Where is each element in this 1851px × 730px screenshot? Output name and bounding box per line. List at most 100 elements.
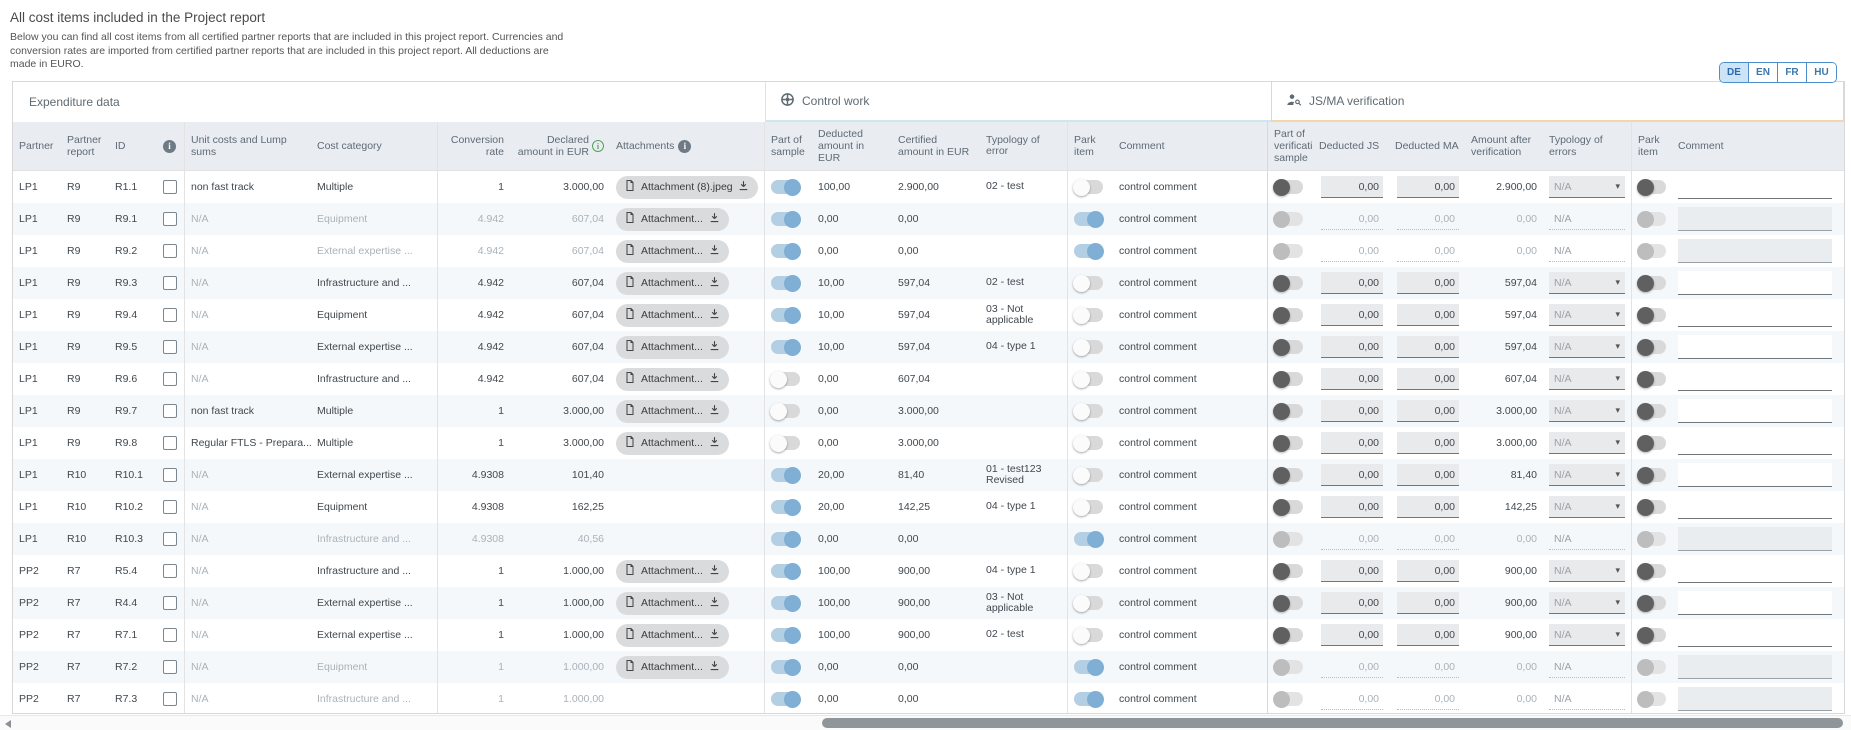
typology-of-errors-select[interactable]: N/A ▾ — [1549, 592, 1625, 614]
attachment-chip[interactable]: Attachment... — [616, 368, 729, 391]
deducted-ma-input[interactable]: 0,00 — [1397, 272, 1459, 294]
part-of-sample-toggle[interactable] — [771, 372, 800, 386]
verification-sample-toggle[interactable] — [1274, 660, 1303, 674]
verification-comment-input[interactable] — [1678, 335, 1832, 359]
row-checkbox[interactable] — [163, 468, 177, 482]
deducted-ma-input[interactable]: 0,00 — [1397, 688, 1459, 710]
download-icon[interactable] — [708, 659, 721, 675]
row-checkbox[interactable] — [163, 372, 177, 386]
deducted-ma-input[interactable]: 0,00 — [1397, 592, 1459, 614]
scroll-left-arrow-icon[interactable] — [5, 720, 11, 728]
deducted-ma-input[interactable]: 0,00 — [1397, 368, 1459, 390]
park-item-toggle[interactable] — [1074, 340, 1103, 354]
verification-park-toggle[interactable] — [1638, 340, 1666, 354]
part-of-sample-toggle[interactable] — [771, 276, 800, 290]
verification-sample-toggle[interactable] — [1274, 564, 1303, 578]
deducted-ma-input[interactable]: 0,00 — [1397, 304, 1459, 326]
attachment-chip[interactable]: Attachment... — [616, 592, 729, 615]
download-icon[interactable] — [708, 563, 721, 579]
download-icon[interactable] — [708, 307, 721, 323]
typology-of-errors-select[interactable]: N/A ▾ — [1549, 208, 1625, 230]
verification-sample-toggle[interactable] — [1274, 244, 1303, 258]
verification-park-toggle[interactable] — [1638, 692, 1666, 706]
part-of-sample-toggle[interactable] — [771, 244, 800, 258]
download-icon[interactable] — [708, 403, 721, 419]
park-item-toggle[interactable] — [1074, 628, 1103, 642]
deducted-ma-input[interactable]: 0,00 — [1397, 336, 1459, 358]
typology-of-errors-select[interactable]: N/A ▾ — [1549, 624, 1625, 646]
typology-of-errors-select[interactable]: N/A ▾ — [1549, 656, 1625, 678]
typology-of-errors-select[interactable]: N/A ▾ — [1549, 560, 1625, 582]
row-checkbox[interactable] — [163, 596, 177, 610]
download-icon[interactable] — [708, 435, 721, 451]
row-checkbox[interactable] — [163, 628, 177, 642]
attachment-chip[interactable]: Attachment... — [616, 656, 729, 679]
verification-sample-toggle[interactable] — [1274, 596, 1303, 610]
part-of-sample-toggle[interactable] — [771, 212, 800, 226]
download-icon[interactable] — [708, 275, 721, 291]
verification-sample-toggle[interactable] — [1274, 628, 1303, 642]
deducted-ma-input[interactable]: 0,00 — [1397, 560, 1459, 582]
deducted-js-input[interactable]: 0,00 — [1321, 304, 1383, 326]
typology-of-errors-select[interactable]: N/A ▾ — [1549, 400, 1625, 422]
download-icon[interactable] — [708, 211, 721, 227]
deducted-ma-input[interactable]: 0,00 — [1397, 624, 1459, 646]
part-of-sample-toggle[interactable] — [771, 596, 800, 610]
info-icon[interactable]: i — [592, 140, 604, 152]
deducted-ma-input[interactable]: 0,00 — [1397, 240, 1459, 262]
deducted-ma-input[interactable]: 0,00 — [1397, 496, 1459, 518]
part-of-sample-toggle[interactable] — [771, 436, 800, 450]
part-of-sample-toggle[interactable] — [771, 404, 800, 418]
typology-of-errors-select[interactable]: N/A ▾ — [1549, 368, 1625, 390]
row-checkbox[interactable] — [163, 436, 177, 450]
deducted-ma-input[interactable]: 0,00 — [1397, 400, 1459, 422]
language-button-hu[interactable]: HU — [1807, 63, 1836, 82]
park-item-toggle[interactable] — [1074, 596, 1103, 610]
verification-park-toggle[interactable] — [1638, 372, 1666, 386]
verification-comment-input[interactable] — [1678, 367, 1832, 391]
park-item-toggle[interactable] — [1074, 660, 1103, 674]
attachment-chip[interactable]: Attachment... — [616, 272, 729, 295]
part-of-sample-toggle[interactable] — [771, 500, 800, 514]
row-checkbox[interactable] — [163, 660, 177, 674]
attachment-chip[interactable]: Attachment... — [616, 336, 729, 359]
language-button-de[interactable]: DE — [1720, 63, 1749, 82]
attachment-chip[interactable]: Attachment... — [616, 240, 729, 263]
download-icon[interactable] — [737, 179, 750, 195]
verification-park-toggle[interactable] — [1638, 436, 1666, 450]
deducted-js-input[interactable]: 0,00 — [1321, 560, 1383, 582]
attachment-chip[interactable]: Attachment... — [616, 208, 729, 231]
download-icon[interactable] — [708, 339, 721, 355]
row-checkbox[interactable] — [163, 692, 177, 706]
deducted-js-input[interactable]: 0,00 — [1321, 656, 1383, 678]
download-icon[interactable] — [708, 371, 721, 387]
verification-sample-toggle[interactable] — [1274, 180, 1303, 194]
deducted-js-input[interactable]: 0,00 — [1321, 272, 1383, 294]
verification-park-toggle[interactable] — [1638, 564, 1666, 578]
park-item-toggle[interactable] — [1074, 404, 1103, 418]
deducted-ma-input[interactable]: 0,00 — [1397, 528, 1459, 550]
park-item-toggle[interactable] — [1074, 372, 1103, 386]
verification-comment-input[interactable] — [1678, 207, 1832, 231]
verification-sample-toggle[interactable] — [1274, 340, 1303, 354]
part-of-sample-toggle[interactable] — [771, 628, 800, 642]
row-checkbox[interactable] — [163, 308, 177, 322]
verification-comment-input[interactable] — [1678, 527, 1832, 551]
attachment-chip[interactable]: Attachment (8).jpeg — [616, 176, 758, 199]
part-of-sample-toggle[interactable] — [771, 692, 800, 706]
language-button-en[interactable]: EN — [1749, 63, 1778, 82]
typology-of-errors-select[interactable]: N/A ▾ — [1549, 176, 1625, 198]
row-checkbox[interactable] — [163, 244, 177, 258]
verification-comment-input[interactable] — [1678, 303, 1832, 327]
park-item-toggle[interactable] — [1074, 436, 1103, 450]
park-item-toggle[interactable] — [1074, 212, 1103, 226]
verification-sample-toggle[interactable] — [1274, 500, 1303, 514]
typology-of-errors-select[interactable]: N/A ▾ — [1549, 496, 1625, 518]
part-of-sample-toggle[interactable] — [771, 468, 800, 482]
part-of-sample-toggle[interactable] — [771, 532, 800, 546]
verification-comment-input[interactable] — [1678, 687, 1832, 711]
verification-sample-toggle[interactable] — [1274, 468, 1303, 482]
verification-sample-toggle[interactable] — [1274, 308, 1303, 322]
park-item-toggle[interactable] — [1074, 308, 1103, 322]
part-of-sample-toggle[interactable] — [771, 308, 800, 322]
